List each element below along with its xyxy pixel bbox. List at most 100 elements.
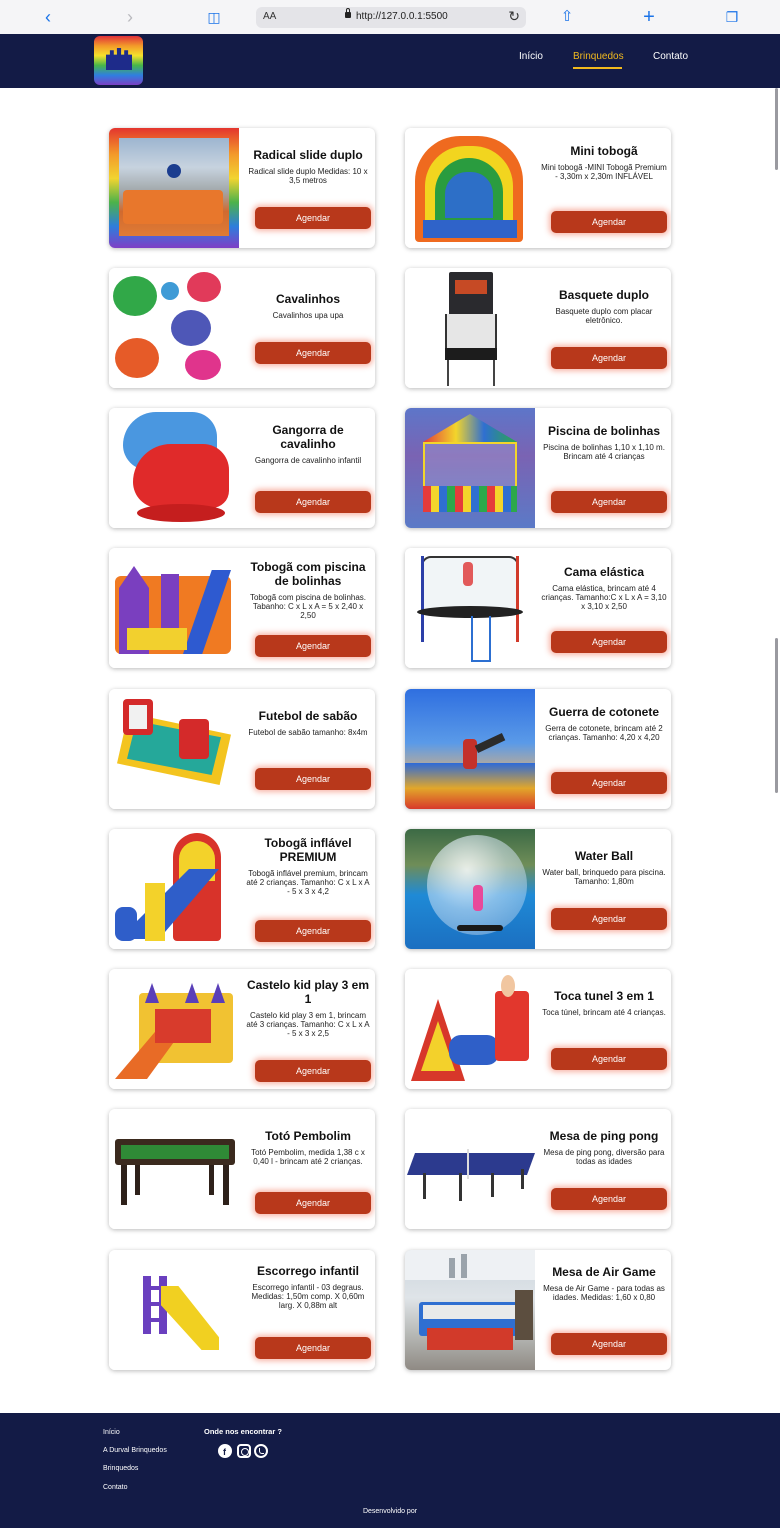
toy-image xyxy=(405,128,535,248)
toy-description: Toca túnel, brincam até 4 crianças. xyxy=(542,1008,666,1017)
nav-home[interactable]: Início xyxy=(519,51,543,62)
back-icon[interactable]: ‹ xyxy=(38,7,58,27)
nav-contact[interactable]: Contato xyxy=(653,51,688,62)
schedule-button[interactable]: Agendar xyxy=(551,1333,667,1355)
lock-icon xyxy=(345,8,351,18)
toy-description: Castelo kid play 3 em 1, brincam até 3 c… xyxy=(246,1011,370,1038)
url-text: http://127.0.0.1:5500 xyxy=(356,11,448,22)
share-icon[interactable]: ⇧ xyxy=(557,7,577,27)
schedule-button[interactable]: Agendar xyxy=(551,347,667,369)
toy-description: Piscina de bolinhas 1,10 x 1,10 m. Brinc… xyxy=(543,443,665,461)
toy-title: Mesa de Air Game xyxy=(552,1265,656,1279)
toy-title: Cama elástica xyxy=(563,565,645,579)
toy-image xyxy=(109,969,239,1089)
toy-card: Mesa de ping pong Mesa de ping pong, dive… xyxy=(405,1109,671,1229)
toy-description: Gerra de cotonete, brincam até 2 criança… xyxy=(545,724,663,742)
toy-image xyxy=(405,548,535,668)
footer-link-contact[interactable]: Contato xyxy=(103,1484,128,1491)
schedule-button[interactable]: Agendar xyxy=(255,1060,371,1082)
toy-title: Castelo kid play 3 em 1 xyxy=(246,978,370,1006)
toy-image xyxy=(405,268,535,388)
scroll-thumb xyxy=(775,88,778,170)
toy-description: Tobogã inflável premium, brincam até 2 c… xyxy=(246,869,370,896)
tabs-icon[interactable]: ❐ xyxy=(722,7,742,27)
toy-card: Cavalinhos Cavalinhos upa upa Agendar xyxy=(109,268,375,388)
schedule-button[interactable]: Agendar xyxy=(551,631,667,653)
schedule-button[interactable]: Agendar xyxy=(255,207,371,229)
toy-card: Escorrego infantil Escorrego infantil - 0… xyxy=(109,1250,375,1370)
schedule-button[interactable]: Agendar xyxy=(551,772,667,794)
scrollbar[interactable] xyxy=(774,88,780,1413)
new-tab-icon[interactable]: + xyxy=(639,7,659,27)
toy-description: Tobogã com piscina de bolinhas. Tabanho:… xyxy=(249,593,367,620)
facebook-icon[interactable]: f xyxy=(218,1444,232,1458)
schedule-button[interactable]: Agendar xyxy=(551,491,667,513)
schedule-button[interactable]: Agendar xyxy=(255,491,371,513)
toy-image xyxy=(109,1250,239,1370)
find-us-heading: Onde nos encontrar ? xyxy=(204,1427,282,1436)
schedule-button[interactable]: Agendar xyxy=(255,1192,371,1214)
toy-description: Mini tobogã -MINI Tobogã Premium - 3,30m… xyxy=(541,163,667,181)
toy-image xyxy=(405,1109,535,1229)
book-icon[interactable]: ◫ xyxy=(204,7,224,27)
toy-card: Water Ball Water ball, brinquedo para pis… xyxy=(405,829,671,949)
whatsapp-icon[interactable] xyxy=(254,1444,268,1458)
schedule-button[interactable]: Agendar xyxy=(255,1337,371,1359)
toy-card: Tobogã inflável PREMIUM Tobogã inflável p… xyxy=(109,829,375,949)
toy-title: Water Ball xyxy=(574,849,634,863)
toy-card: Guerra de cotonete Gerra de cotonete, bri… xyxy=(405,689,671,809)
forward-icon[interactable]: › xyxy=(120,7,140,27)
toy-description: Radical slide duplo Medidas: 10 x 3,5 me… xyxy=(248,167,368,185)
toy-image xyxy=(405,1250,535,1370)
toy-description: Gangorra de cavalinho infantil xyxy=(254,456,362,465)
toy-image xyxy=(405,408,535,528)
footer-link-about[interactable]: A Durval Brinquedos xyxy=(103,1447,167,1454)
toy-description: Cavalinhos upa upa xyxy=(272,311,344,320)
toy-description: Cama elástica, brincam até 4 crianças. T… xyxy=(541,584,667,611)
instagram-icon[interactable] xyxy=(237,1444,251,1458)
schedule-button[interactable]: Agendar xyxy=(551,908,667,930)
toy-image xyxy=(109,128,239,248)
toy-title: Escorrego infantil xyxy=(256,1264,360,1278)
toy-card: Radical slide duplo Radical slide duplo M… xyxy=(109,128,375,248)
schedule-button[interactable]: Agendar xyxy=(255,768,371,790)
toy-description: Water ball, brinquedo para piscina. Tama… xyxy=(542,868,666,886)
address-bar[interactable]: AA http://127.0.0.1:5500 ↻ xyxy=(256,7,526,28)
reload-icon[interactable]: ↻ xyxy=(508,8,520,25)
toy-title: Radical slide duplo xyxy=(253,148,363,162)
schedule-button[interactable]: Agendar xyxy=(255,635,371,657)
toy-image xyxy=(109,829,239,949)
schedule-button[interactable]: Agendar xyxy=(255,920,371,942)
schedule-button[interactable]: Agendar xyxy=(551,1048,667,1070)
toy-card: Basquete duplo Basquete duplo com placar … xyxy=(405,268,671,388)
site-footer: Início A Durval Brinquedos Brinquedos Co… xyxy=(0,1413,780,1528)
developed-by: Desenvolvido por xyxy=(362,1508,418,1515)
footer-link-home[interactable]: Início xyxy=(103,1429,120,1436)
toy-description: Mesa de ping pong, diversão para todas a… xyxy=(543,1148,665,1166)
toy-card: Piscina de bolinhas Piscina de bolinhas 1… xyxy=(405,408,671,528)
toy-title: Futebol de sabão xyxy=(258,709,358,723)
logo[interactable] xyxy=(94,36,143,85)
toy-card: Totó Pembolim Totó Pembolim, medida 1,38 … xyxy=(109,1109,375,1229)
toy-title: Tobogã inflável PREMIUM xyxy=(264,836,352,864)
schedule-button[interactable]: Agendar xyxy=(551,211,667,233)
toy-card: Gangorra de cavalinho Gangorra de cavalin… xyxy=(109,408,375,528)
toy-image xyxy=(109,548,239,668)
toy-title: Piscina de bolinhas xyxy=(547,424,661,438)
toy-title: Cavalinhos xyxy=(275,292,341,306)
text-size-button[interactable]: AA xyxy=(263,11,276,22)
toy-title: Mini tobogã xyxy=(570,144,638,158)
nav-toys[interactable]: Brinquedos xyxy=(573,51,624,62)
site-header: Início Brinquedos Contato xyxy=(0,34,780,88)
castle-icon xyxy=(106,48,132,70)
toy-card: Castelo kid play 3 em 1 Castelo kid play … xyxy=(109,969,375,1089)
toy-image xyxy=(405,969,535,1089)
footer-link-toys[interactable]: Brinquedos xyxy=(103,1465,138,1472)
toy-title: Gangorra de cavalinho xyxy=(272,423,344,451)
toy-description: Escorrego infantil - 03 degraus. Medidas… xyxy=(251,1283,365,1310)
toy-title: Totó Pembolim xyxy=(265,1129,351,1143)
toy-image xyxy=(109,689,239,809)
schedule-button[interactable]: Agendar xyxy=(551,1188,667,1210)
schedule-button[interactable]: Agendar xyxy=(255,342,371,364)
toy-card: Mini tobogã Mini tobogã -MINI Tobogã Prem… xyxy=(405,128,671,248)
